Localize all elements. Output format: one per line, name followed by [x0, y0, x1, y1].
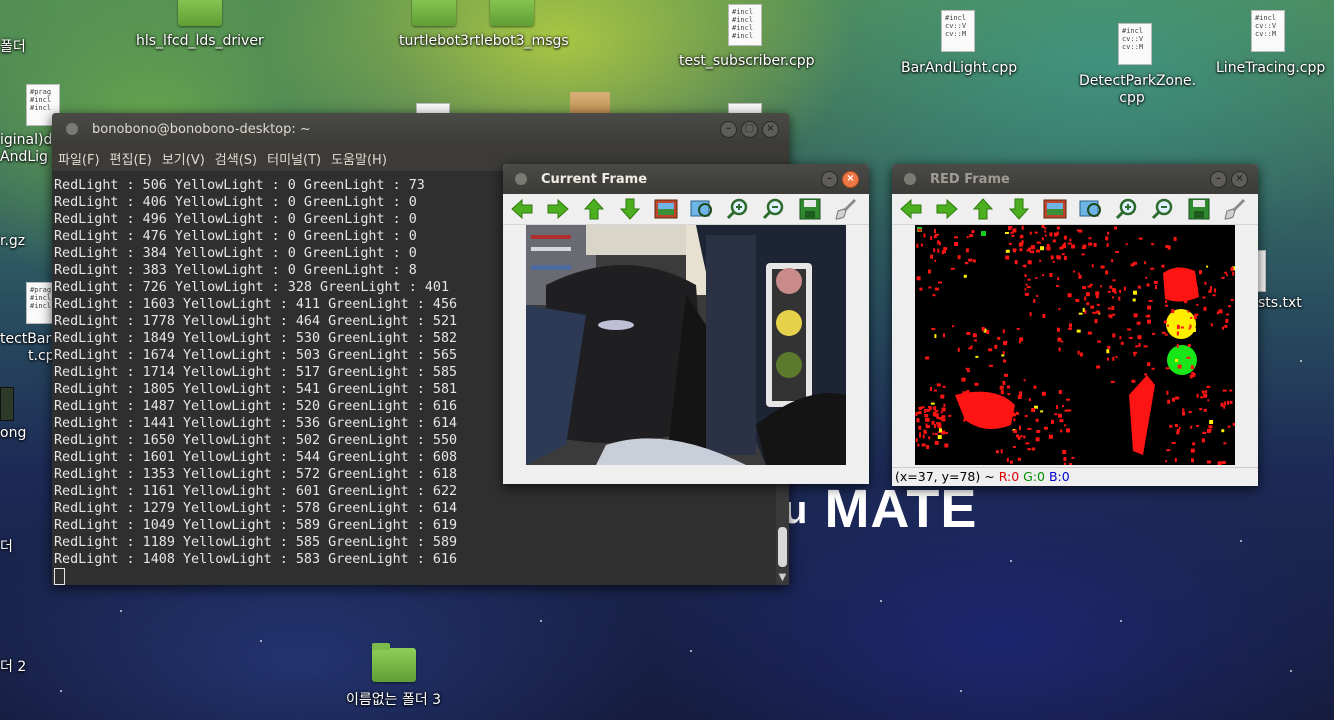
folder-icon	[412, 0, 456, 26]
close-button[interactable]: ×	[1231, 171, 1248, 188]
desktop-icon-label: DetectParkZone. cpp	[1079, 73, 1197, 106]
brush-icon[interactable]	[1222, 196, 1248, 222]
menu-file[interactable]: 파일(F)	[58, 149, 100, 168]
terminal-titlebar[interactable]: bonobono@bonobono-desktop: ~ – □ ×	[52, 113, 789, 145]
red-frame-window[interactable]: RED Frame – × (x=37, y=78) ~ R:0 G:0 B:0	[892, 164, 1258, 486]
maximize-button[interactable]: □	[741, 121, 758, 138]
window-title: Current Frame	[541, 171, 648, 187]
desktop-icon-label: 이름없는 폴더 3	[346, 692, 442, 708]
arrow-down-icon[interactable]	[617, 196, 643, 222]
arrow-left-icon[interactable]	[898, 196, 924, 222]
zoom-fit-icon[interactable]	[689, 196, 715, 222]
text-file-icon: #incl cv::V cv::M	[1118, 23, 1152, 65]
arrow-up-icon[interactable]	[970, 196, 996, 222]
desktop-icon-label: iginal)d	[0, 132, 53, 148]
minimize-button[interactable]: –	[1210, 171, 1227, 188]
pixel-coords: (x=37, y=78) ~	[895, 469, 995, 484]
menu-terminal[interactable]: 터미널(T)	[267, 149, 321, 168]
window-menu-icon[interactable]	[66, 123, 78, 135]
save-icon[interactable]	[797, 196, 823, 222]
zoom-out-icon[interactable]	[761, 196, 787, 222]
desktop-icon-label: AndLig	[0, 149, 48, 165]
terminal-cursor	[54, 568, 65, 585]
desktop-icon-label: sts.txt	[1258, 295, 1302, 311]
desktop-icon-label: turtlebot3rtlebot3_msgs	[399, 33, 569, 49]
desktop-icon-label: ong	[0, 425, 27, 441]
zoom-in-icon[interactable]	[725, 196, 751, 222]
image-toolbar	[503, 194, 869, 225]
desktop-icon-label: BarAndLight.cpp	[901, 60, 1018, 76]
red-mask-image[interactable]	[915, 225, 1235, 465]
arrow-up-icon[interactable]	[581, 196, 607, 222]
menu-edit[interactable]: 편집(E)	[110, 149, 152, 168]
window-menu-icon[interactable]	[904, 173, 916, 185]
camera-image[interactable]	[526, 225, 846, 465]
status-bar	[503, 468, 869, 484]
desktop-icon-label: t.cp	[28, 348, 55, 364]
image-file-icon	[0, 387, 14, 421]
folder-icon	[490, 0, 534, 26]
desktop-icon-label: r.gz	[0, 233, 26, 249]
current-frame-window[interactable]: Current Frame – ×	[503, 164, 869, 484]
wallpaper-mate-logo: u MATE	[783, 479, 978, 539]
terminal-line: RedLight : 1161 YellowLight : 601 GreenL…	[54, 484, 458, 499]
save-icon[interactable]	[1186, 196, 1212, 222]
menu-search[interactable]: 검색(S)	[215, 149, 257, 168]
desktop-icon-label: tectBar	[0, 331, 52, 347]
desktop-icon-label: LineTracing.cpp	[1216, 60, 1326, 76]
image-icon[interactable]	[1042, 196, 1068, 222]
terminal-line: RedLight : 1189 YellowLight : 585 GreenL…	[54, 535, 458, 550]
pixel-blue-value: B:0	[1048, 469, 1070, 484]
terminal-line: RedLight : 1049 YellowLight : 589 GreenL…	[54, 518, 458, 533]
zoom-fit-icon[interactable]	[1078, 196, 1104, 222]
image-icon[interactable]	[653, 196, 679, 222]
brush-icon[interactable]	[833, 196, 859, 222]
terminal-line: RedLight : 1279 YellowLight : 578 GreenL…	[54, 501, 458, 516]
red-mask-scene	[915, 225, 1235, 465]
arrow-down-icon[interactable]	[1006, 196, 1032, 222]
close-button[interactable]: ×	[842, 171, 859, 188]
text-file-icon: #incl cv::V cv::M	[941, 10, 975, 52]
desktop-icon-label: 더	[0, 539, 13, 555]
desktop-icon-label: 폴더	[0, 39, 26, 55]
red-frame-titlebar[interactable]: RED Frame – ×	[892, 164, 1258, 194]
pixel-red-value: R:0	[998, 469, 1020, 484]
zoom-out-icon[interactable]	[1150, 196, 1176, 222]
menu-help[interactable]: 도움말(H)	[331, 149, 387, 168]
desktop-icon-label: hls_lfcd_lds_driver	[136, 33, 264, 49]
close-button[interactable]: ×	[762, 121, 779, 138]
current-frame-titlebar[interactable]: Current Frame – ×	[503, 164, 869, 194]
arrow-right-icon[interactable]	[545, 196, 571, 222]
arrow-right-icon[interactable]	[934, 196, 960, 222]
status-bar: (x=37, y=78) ~ R:0 G:0 B:0	[892, 467, 1258, 486]
folder-icon	[178, 0, 222, 26]
arrow-left-icon[interactable]	[509, 196, 535, 222]
desktop-icon-label: 더 2	[0, 659, 27, 675]
pixel-green-value: G:0	[1023, 469, 1045, 484]
window-title: RED Frame	[930, 171, 1010, 187]
zoom-in-icon[interactable]	[1114, 196, 1140, 222]
scrollbar-thumb[interactable]	[778, 527, 787, 567]
window-title: bonobono@bonobono-desktop: ~	[92, 121, 311, 137]
camera-scene	[526, 225, 846, 465]
terminal-line: RedLight : 1408 YellowLight : 583 GreenL…	[54, 552, 458, 567]
minimize-button[interactable]: –	[821, 171, 838, 188]
image-toolbar	[892, 194, 1258, 225]
text-file-icon: #incl #incl #incl #incl	[728, 4, 762, 46]
scroll-down-icon[interactable]: ▼	[776, 572, 789, 583]
desktop-icon-label: test_subscriber.cpp	[679, 53, 815, 69]
menu-view[interactable]: 보기(V)	[162, 149, 205, 168]
text-file-icon: #incl cv::V cv::M	[1251, 10, 1285, 52]
minimize-button[interactable]: –	[720, 121, 737, 138]
folder-icon	[372, 643, 416, 682]
window-menu-icon[interactable]	[515, 173, 527, 185]
